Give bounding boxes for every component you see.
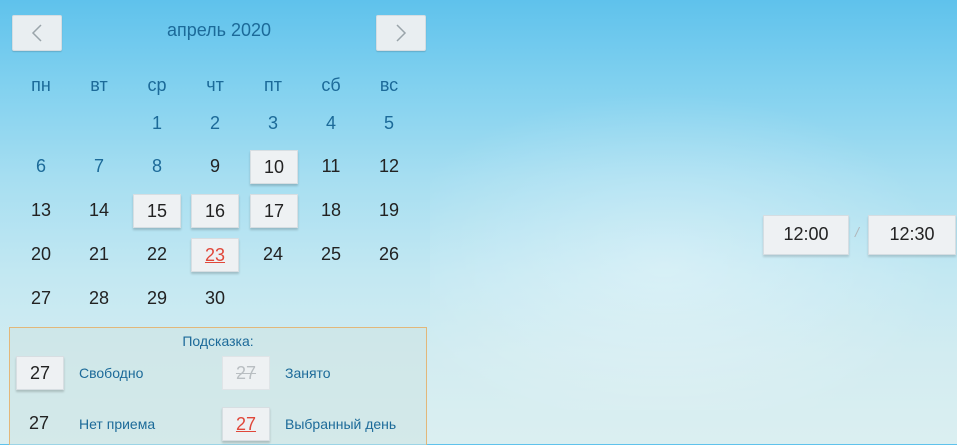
day-cell: 4 (325, 113, 336, 133)
day-cell: 27 (30, 288, 52, 308)
day-cell: 25 (320, 244, 342, 264)
day-cell: 2 (209, 113, 220, 133)
weekday-tue: вт (90, 75, 108, 95)
weekday-sat: сб (321, 75, 341, 95)
day-cell: 5 (383, 113, 394, 133)
day-cell: 28 (88, 288, 110, 308)
day-cell-available[interactable]: 15 (133, 194, 181, 228)
legend-title: Подсказка: (182, 333, 254, 349)
next-month-button[interactable] (376, 15, 426, 51)
legend-selected-label: Выбранный день (285, 416, 397, 432)
day-cell: 21 (88, 244, 110, 264)
day-cell: 1 (151, 113, 162, 133)
day-cell-available[interactable]: 16 (191, 194, 239, 228)
day-cell: 8 (151, 156, 162, 176)
legend-no-reception-label: Нет приема (79, 416, 156, 432)
legend-no-reception-sample: 27 (28, 413, 50, 433)
time-slot-button[interactable]: 12:30 (868, 215, 956, 255)
day-cell: 7 (93, 156, 104, 176)
slot-separator: / (855, 224, 859, 240)
legend-free-sample: 27 (16, 356, 64, 390)
weekday-sun: вс (379, 75, 399, 95)
day-cell: 11 (321, 156, 341, 176)
day-cell: 13 (30, 200, 52, 220)
legend-busy-label: Занято (285, 365, 331, 381)
legend-selected-sample: 27 (222, 407, 270, 441)
day-cell: 3 (267, 113, 278, 133)
day-cell-selected[interactable]: 23 (191, 238, 239, 272)
time-slot-button[interactable]: 12:00 (763, 215, 849, 255)
day-cell: 26 (378, 244, 400, 264)
day-cell: 18 (320, 200, 342, 220)
chevron-right-icon (396, 24, 407, 42)
day-cell: 22 (146, 244, 168, 264)
weekday-mon: пн (31, 75, 51, 95)
weekday-wed: ср (147, 75, 167, 95)
day-cell: 14 (88, 200, 110, 220)
day-cell: 24 (262, 244, 284, 264)
day-cell-available[interactable]: 10 (250, 150, 298, 184)
day-cell: 6 (35, 156, 46, 176)
day-cell: 29 (146, 288, 168, 308)
legend-free-label: Свободно (79, 365, 144, 381)
legend-busy-sample: 27 (222, 356, 270, 390)
day-cell-available[interactable]: 17 (250, 194, 298, 228)
day-cell: 30 (204, 288, 226, 308)
month-title: апрель 2020 (166, 20, 272, 40)
day-cell: 9 (209, 156, 220, 176)
weekday-thu: чт (206, 75, 224, 95)
day-cell: 19 (378, 200, 400, 220)
legend-panel: Подсказка: 27 Свободно 27 Занято 27 Нет … (9, 327, 427, 445)
weekday-fri: пт (264, 75, 282, 95)
day-cell: 20 (30, 244, 52, 264)
day-cell: 12 (378, 156, 400, 176)
